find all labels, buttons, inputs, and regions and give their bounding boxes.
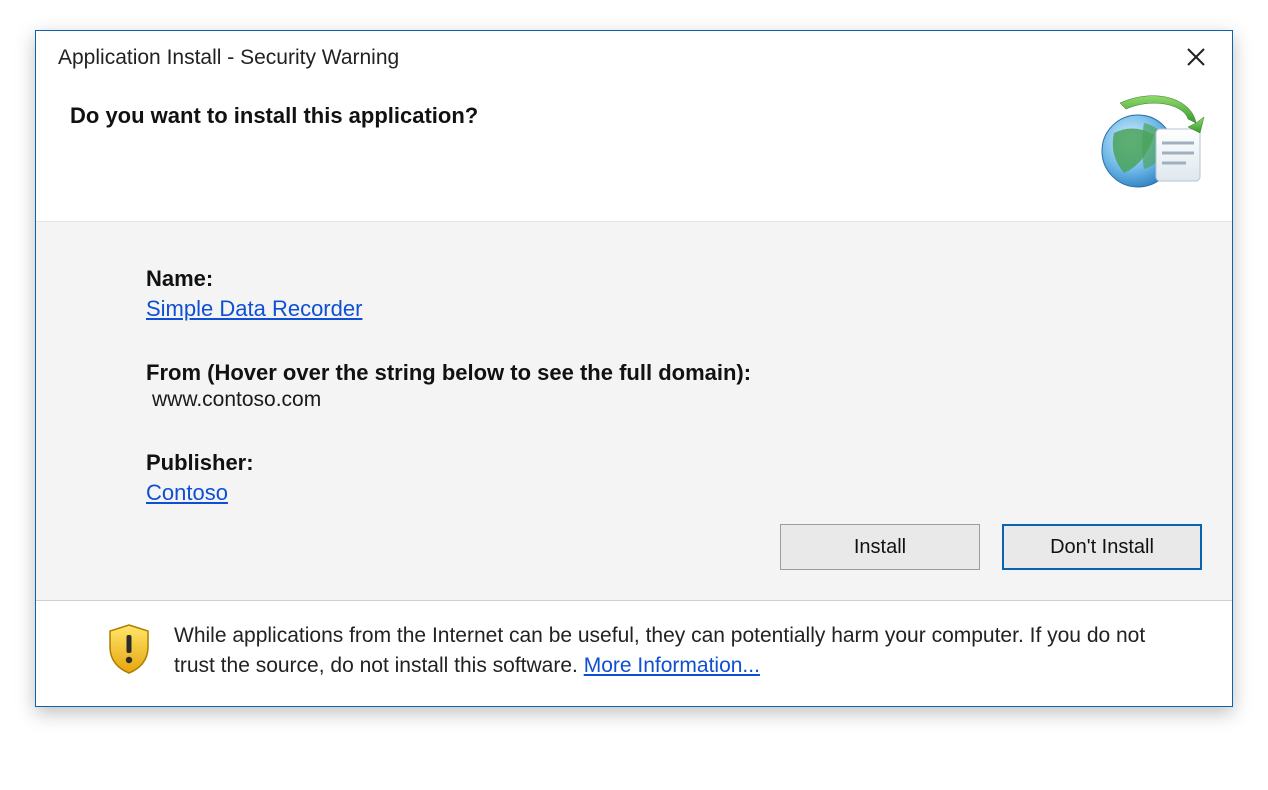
dialog-footer: While applications from the Internet can… bbox=[36, 600, 1232, 706]
install-globe-icon bbox=[1096, 93, 1206, 193]
close-icon bbox=[1186, 47, 1206, 67]
from-field: From (Hover over the string below to see… bbox=[146, 360, 1202, 412]
more-information-link[interactable]: More Information... bbox=[584, 654, 760, 677]
dialog-body: Name: Simple Data Recorder From (Hover o… bbox=[36, 221, 1232, 600]
install-button[interactable]: Install bbox=[780, 524, 980, 570]
footer-warning-text: While applications from the Internet can… bbox=[174, 621, 1174, 682]
publisher-label: Publisher: bbox=[146, 450, 1202, 476]
dialog-header: Do you want to install this application? bbox=[36, 81, 1232, 221]
from-domain: www.contoso.com bbox=[152, 388, 1202, 412]
shield-warning-icon bbox=[106, 623, 152, 675]
dont-install-button[interactable]: Don't Install bbox=[1002, 524, 1202, 570]
titlebar: Application Install - Security Warning bbox=[36, 31, 1232, 81]
dialog-title: Application Install - Security Warning bbox=[58, 46, 399, 70]
name-field: Name: Simple Data Recorder bbox=[146, 266, 1202, 322]
name-label: Name: bbox=[146, 266, 1202, 292]
button-row: Install Don't Install bbox=[146, 524, 1268, 570]
publisher-link[interactable]: Contoso bbox=[146, 480, 228, 506]
security-warning-dialog: Application Install - Security Warning D… bbox=[35, 30, 1233, 707]
application-name-link[interactable]: Simple Data Recorder bbox=[146, 296, 362, 322]
install-question: Do you want to install this application? bbox=[70, 103, 478, 129]
from-label: From (Hover over the string below to see… bbox=[146, 360, 1202, 386]
close-button[interactable] bbox=[1182, 45, 1210, 71]
publisher-field: Publisher: Contoso bbox=[146, 450, 1202, 506]
